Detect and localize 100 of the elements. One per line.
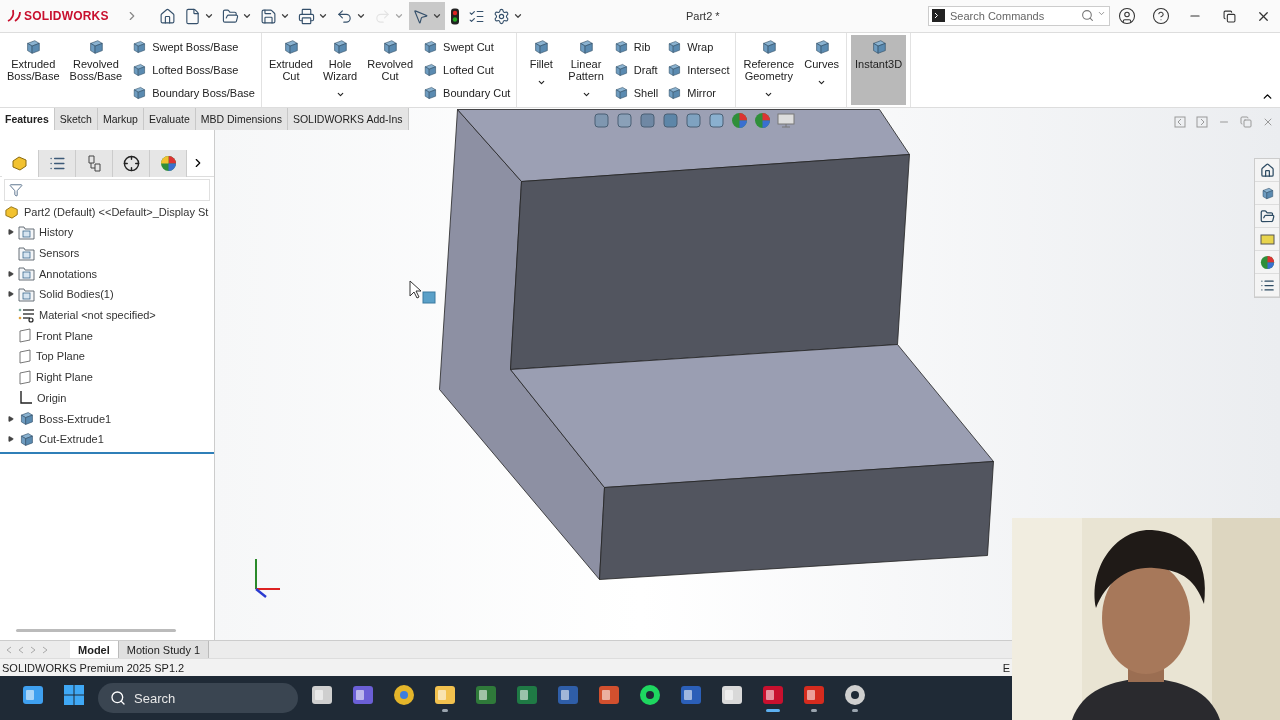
ribbon-command[interactable]: Lofted Cut bbox=[420, 59, 513, 81]
ribbon-command[interactable]: Extruded Boss/Base bbox=[4, 35, 63, 105]
tree-item[interactable]: Front Plane bbox=[36, 329, 93, 342]
ribbon-command[interactable]: Revolved Boss/Base bbox=[66, 35, 126, 105]
view-tool-icon[interactable] bbox=[708, 112, 725, 129]
app-icon bbox=[393, 684, 415, 706]
search-icon bbox=[110, 690, 126, 706]
taskbar-search-field[interactable]: Search bbox=[98, 683, 298, 713]
ribbon-command[interactable]: Reference Geometry bbox=[740, 35, 798, 105]
color-wheel-icon[interactable] bbox=[731, 112, 748, 129]
model-tab[interactable]: Motion Study 1 bbox=[118, 641, 210, 658]
tree-item[interactable]: Material <not specified> bbox=[39, 309, 156, 322]
view-tool-icon[interactable] bbox=[662, 112, 679, 129]
tree-item[interactable]: History bbox=[39, 226, 74, 239]
annotation-folder-icon bbox=[18, 266, 35, 282]
ribbon-command[interactable]: Fillet bbox=[521, 35, 562, 105]
app-icon bbox=[639, 684, 661, 706]
scrollbar[interactable] bbox=[16, 629, 176, 632]
cube-icon bbox=[422, 85, 439, 101]
panel-tab[interactable] bbox=[113, 149, 150, 177]
tree-item[interactable]: Cut-Extrude1 bbox=[39, 433, 104, 446]
expand-arrow-icon[interactable] bbox=[8, 436, 14, 443]
ribbon-command[interactable]: Curves bbox=[801, 35, 843, 105]
window-title: Part2 * bbox=[686, 10, 720, 22]
list-icon bbox=[1259, 277, 1275, 293]
help-icon bbox=[1152, 7, 1170, 25]
tree-item[interactable]: Solid Bodies(1) bbox=[39, 288, 114, 301]
material-icon bbox=[18, 307, 35, 323]
windows-icon bbox=[64, 685, 84, 705]
ribbon-command[interactable]: Draft bbox=[610, 59, 661, 81]
tree-item[interactable]: Annotations bbox=[39, 267, 98, 280]
view-tool-icon[interactable] bbox=[593, 112, 610, 129]
ribbon-command[interactable]: Mirror bbox=[664, 82, 732, 104]
app-icon bbox=[598, 684, 620, 706]
view-tool-icon[interactable] bbox=[616, 112, 633, 129]
sensor-folder-icon bbox=[18, 245, 35, 261]
color-wheel-icon[interactable] bbox=[754, 112, 771, 129]
palette-icon bbox=[1259, 231, 1275, 247]
cube-icon bbox=[577, 38, 596, 56]
command-tab[interactable]: Evaluate bbox=[143, 108, 196, 130]
cube-icon bbox=[612, 85, 629, 101]
expand-arrow-icon[interactable] bbox=[8, 270, 14, 277]
app-icon bbox=[762, 684, 784, 706]
cube-icon bbox=[666, 85, 683, 101]
app-icon bbox=[434, 684, 456, 706]
cube-icon bbox=[666, 39, 683, 55]
tree-item[interactable]: Boss-Extrude1 bbox=[39, 412, 112, 425]
ribbon-command[interactable]: Wrap bbox=[664, 36, 732, 58]
tree-item[interactable]: Top Plane bbox=[36, 350, 85, 363]
configuration-icon bbox=[86, 154, 102, 172]
plane-icon bbox=[18, 348, 32, 364]
part-icon bbox=[4, 204, 20, 219]
filter-field[interactable] bbox=[4, 179, 210, 201]
ribbon-command[interactable]: Shell bbox=[610, 82, 661, 104]
ribbon-command[interactable]: Hole Wizard bbox=[319, 35, 361, 105]
plane-icon bbox=[18, 369, 32, 385]
view-tool-icon[interactable] bbox=[639, 112, 656, 129]
ribbon-command[interactable]: Boundary Cut bbox=[420, 82, 513, 104]
body-folder-icon bbox=[18, 286, 35, 302]
cube-icon bbox=[381, 38, 400, 56]
app-icon bbox=[22, 684, 44, 706]
command-tab[interactable]: Markup bbox=[97, 108, 144, 130]
restore-icon bbox=[1222, 9, 1236, 23]
cube-icon bbox=[612, 39, 629, 55]
ribbon-command[interactable]: Swept Boss/Base bbox=[129, 36, 257, 58]
app-icon bbox=[352, 684, 374, 706]
tree-item[interactable]: Origin bbox=[37, 391, 67, 404]
cube-icon bbox=[131, 39, 148, 55]
expand-arrow-icon[interactable] bbox=[8, 291, 14, 298]
ribbon-command[interactable]: Intersect bbox=[664, 59, 732, 81]
status-text: E bbox=[1002, 661, 1010, 674]
cube-icon bbox=[331, 38, 350, 56]
cube-icon bbox=[422, 39, 439, 55]
terminal-icon bbox=[932, 9, 945, 22]
ribbon-command[interactable]: Swept Cut bbox=[420, 36, 513, 58]
crosshair-icon bbox=[122, 154, 140, 172]
cube-icon bbox=[131, 62, 148, 78]
tree-root[interactable]: Part2 (Default) <<Default>_Display St bbox=[0, 201, 214, 222]
ribbon-command[interactable]: Extruded Cut bbox=[265, 35, 316, 105]
command-tab[interactable]: Sketch bbox=[54, 108, 98, 130]
view-tool-icon[interactable] bbox=[685, 112, 702, 129]
tree-item[interactable]: Right Plane bbox=[36, 371, 93, 384]
expand-arrow-icon[interactable] bbox=[8, 229, 14, 236]
expand-arrow-icon[interactable] bbox=[8, 415, 14, 422]
ribbon-command[interactable]: Linear Pattern bbox=[565, 35, 607, 105]
command-tab[interactable]: MBD Dimensions bbox=[195, 108, 288, 130]
ribbon-command[interactable]: Revolved Cut bbox=[364, 35, 417, 105]
ribbon-command[interactable]: Boundary Boss/Base bbox=[129, 82, 257, 104]
ribbon-command[interactable]: Rib bbox=[610, 36, 661, 58]
color-wheel-icon bbox=[159, 154, 177, 172]
model-tab[interactable]: Model bbox=[70, 641, 119, 658]
search-field[interactable]: Search Commands bbox=[928, 6, 1110, 26]
home-icon bbox=[1259, 162, 1275, 178]
cursor-icon bbox=[409, 280, 437, 304]
tree-item[interactable]: Sensors bbox=[39, 247, 80, 260]
ribbon-command[interactable]: Lofted Boss/Base bbox=[129, 59, 257, 81]
panel-tab[interactable] bbox=[39, 149, 76, 177]
app-icon bbox=[516, 684, 538, 706]
ribbon-command[interactable]: Instant3D bbox=[851, 35, 907, 105]
command-tab[interactable]: SOLIDWORKS Add-Ins bbox=[287, 108, 409, 130]
